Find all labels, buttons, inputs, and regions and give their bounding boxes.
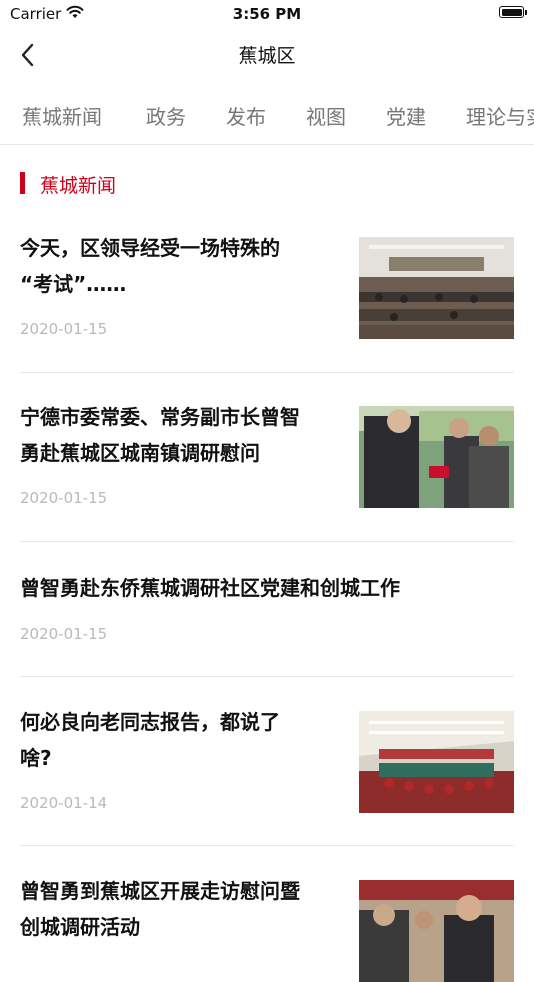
news-item[interactable]: 曾智勇到蕉城区开展走访慰问暨 创城调研活动 <box>20 873 514 982</box>
battery-icon <box>499 6 527 18</box>
news-title: 宁德市委常委、常务副市长曾智 勇赴蕉城区城南镇调研慰问 <box>20 405 300 465</box>
divider <box>20 541 514 542</box>
tab-party-building[interactable]: 党建 <box>386 101 426 130</box>
news-title: 今天，区领导经受一场特殊的 “考试”…… <box>20 236 280 296</box>
news-thumbnail <box>359 711 514 813</box>
status-bar: Carrier 3:56 PM <box>0 0 534 28</box>
category-tabs: 蕉城新闻 政务 发布 视图 党建 理论与实 <box>0 88 534 145</box>
news-title: 曾智勇赴东侨蕉城调研社区党建和创城工作 <box>20 576 400 600</box>
navigation-bar: 蕉城区 <box>0 28 534 82</box>
news-thumbnail <box>359 880 514 982</box>
tab-government[interactable]: 政务 <box>146 101 186 130</box>
tab-theory[interactable]: 理论与实 <box>466 101 534 130</box>
divider <box>20 845 514 846</box>
news-date: 2020-01-15 <box>20 625 108 643</box>
clock: 3:56 PM <box>232 5 302 23</box>
news-item[interactable]: 今天，区领导经受一场特殊的 “考试”…… 2020-01-15 <box>20 230 514 342</box>
tab-views[interactable]: 视图 <box>306 101 346 130</box>
section-title: 蕉城新闻 <box>40 175 117 197</box>
news-date: 2020-01-15 <box>20 489 108 507</box>
divider <box>20 372 514 373</box>
page-title: 蕉城区 <box>238 45 296 67</box>
news-thumbnail <box>359 406 514 508</box>
news-title: 曾智勇到蕉城区开展走访慰问暨 创城调研活动 <box>20 879 300 939</box>
news-thumbnail <box>359 237 514 339</box>
tab-release[interactable]: 发布 <box>226 101 266 130</box>
divider <box>20 676 514 677</box>
tab-jiaocheng-news[interactable]: 蕉城新闻 <box>22 101 102 130</box>
news-title: 何必良向老同志报告，都说了 啥? <box>20 710 280 770</box>
news-item[interactable]: 宁德市委常委、常务副市长曾智 勇赴蕉城区城南镇调研慰问 2020-01-15 <box>20 399 514 511</box>
news-date: 2020-01-15 <box>20 320 108 338</box>
news-item[interactable]: 何必良向老同志报告，都说了 啥? 2020-01-14 <box>20 704 514 816</box>
section-accent-bar <box>20 172 25 194</box>
news-date: 2020-01-14 <box>20 794 108 812</box>
news-item[interactable]: 曾智勇赴东侨蕉城调研社区党建和创城工作 2020-01-15 <box>20 570 514 646</box>
